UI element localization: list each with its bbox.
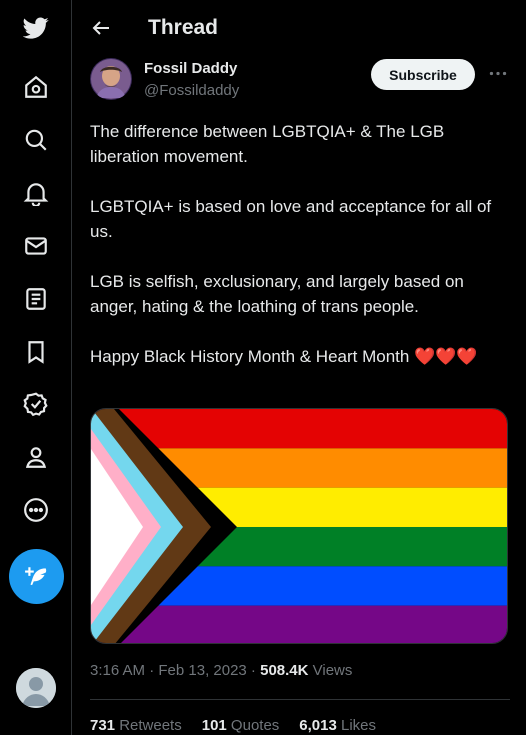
likes-label: Likes <box>336 717 377 734</box>
compose-feather-icon <box>24 566 46 585</box>
engagement-stats: 731 Retweets 101 Quotes 6,013 Likes <box>90 717 376 734</box>
heart-emoji-icons: ❤️❤️❤️ <box>414 347 478 366</box>
lists-icon[interactable] <box>0 279 72 319</box>
notifications-bell-icon[interactable] <box>0 173 72 213</box>
tweet-time[interactable]: 3:16 AM · Feb 13, 2023 · <box>90 662 260 679</box>
account-avatar[interactable] <box>16 668 56 708</box>
progress-pride-flag-image <box>91 409 507 643</box>
likes-count: 6,013 <box>299 717 337 734</box>
tweet-paragraph: The difference between LGBTQIA+ & The LG… <box>90 122 445 166</box>
tweet-paragraph-last: Happy Black History Month & Heart Month … <box>90 344 510 369</box>
search-icon[interactable] <box>0 120 72 160</box>
home-icon[interactable] <box>0 67 72 107</box>
verified-badge-icon[interactable] <box>0 384 72 424</box>
retweets-stat[interactable]: 731 Retweets <box>90 717 182 734</box>
tweet-paragraph: LGB is selfish, exclusionary, and largel… <box>90 272 464 316</box>
views-count: 508.4K <box>260 662 309 679</box>
page-title: Thread <box>148 16 219 39</box>
tweet-paragraph: Happy Black History Month & Heart Month <box>90 347 410 366</box>
author-avatar[interactable] <box>90 58 132 100</box>
tweet-image[interactable] <box>90 408 508 644</box>
author-name[interactable]: Fossil Daddy <box>144 60 237 77</box>
twitter-logo-icon[interactable] <box>0 8 72 48</box>
compose-tweet-button[interactable] <box>9 549 64 604</box>
bookmarks-icon[interactable] <box>0 332 72 372</box>
back-arrow-icon[interactable] <box>89 16 113 40</box>
divider <box>90 699 510 700</box>
messages-mail-icon[interactable] <box>0 226 72 266</box>
quotes-count: 101 <box>201 717 227 734</box>
retweets-label: Retweets <box>115 717 182 734</box>
tweet-timestamp-views: 3:16 AM · Feb 13, 2023 · 508.4K Views <box>90 662 352 679</box>
profile-icon[interactable] <box>0 437 72 477</box>
author-handle[interactable]: @Fossildaddy <box>144 82 239 99</box>
more-horizontal-icon[interactable] <box>487 62 509 84</box>
tweet-paragraph: LGBTQIA+ is based on love and acceptance… <box>90 197 492 241</box>
quotes-label: Quotes <box>226 717 280 734</box>
subscribe-button[interactable]: Subscribe <box>371 59 475 90</box>
side-navigation <box>0 0 72 735</box>
views-label: Views <box>308 662 353 679</box>
thread-column: Thread Fossil Daddy @Fossildaddy Subscri… <box>73 0 526 735</box>
quotes-stat[interactable]: 101 Quotes <box>202 717 280 734</box>
likes-stat[interactable]: 6,013 Likes <box>299 717 376 734</box>
more-options-circle-icon[interactable] <box>0 490 72 530</box>
tweet-text: The difference between LGBTQIA+ & The LG… <box>90 119 510 369</box>
retweets-count: 731 <box>90 717 116 734</box>
